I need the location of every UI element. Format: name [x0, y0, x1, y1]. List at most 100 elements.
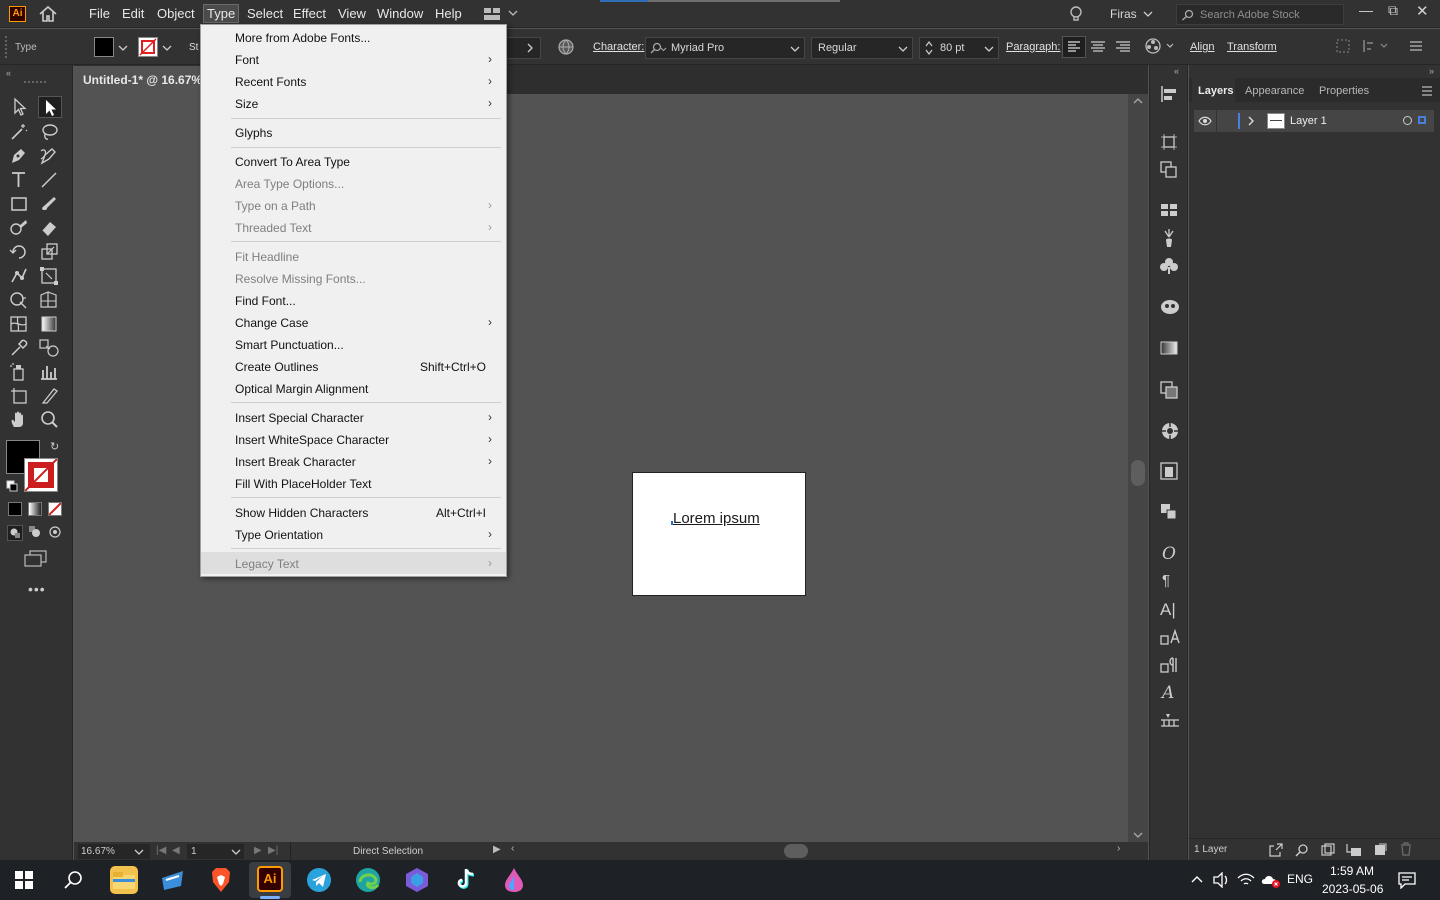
isolate-icon[interactable]: [1336, 39, 1350, 53]
none-mode-button[interactable]: [48, 502, 62, 516]
layer-name[interactable]: Layer 1: [1290, 115, 1327, 127]
menu-item-type-on-a-path[interactable]: Type on a Path ›: [201, 194, 506, 216]
symbols-panel-icon[interactable]: [1160, 257, 1178, 275]
font-size-field[interactable]: 80 pt: [919, 37, 999, 59]
status-menu-arrow-icon[interactable]: ▶: [493, 844, 501, 855]
stroke-swatch[interactable]: [138, 37, 158, 57]
panel-menu-icon[interactable]: [1409, 40, 1423, 52]
menu-effect[interactable]: Effect: [293, 6, 326, 21]
brave-browser-icon[interactable]: [207, 866, 235, 894]
edit-toolbar-more-icon[interactable]: •••: [28, 581, 46, 597]
color-guide-panel-icon[interactable]: [1160, 421, 1180, 441]
chevron-down-icon[interactable]: [162, 44, 172, 52]
panel-menu-icon[interactable]: [1421, 86, 1433, 96]
slice-tool-icon[interactable]: [38, 385, 62, 407]
menu-item-recent-fonts[interactable]: Recent Fonts ›: [201, 70, 506, 92]
menu-item-find-font[interactable]: Find Font...: [201, 289, 506, 311]
zoom-tool-icon[interactable]: [38, 409, 62, 431]
horizontal-scroll-thumb[interactable]: [784, 844, 808, 858]
clipping-mask-icon[interactable]: [1321, 843, 1335, 857]
artboards-panel-icon[interactable]: [1160, 462, 1178, 480]
menu-select[interactable]: Select: [247, 6, 283, 21]
draw-inside-icon[interactable]: [48, 525, 62, 539]
minimize-button[interactable]: —: [1359, 2, 1373, 18]
menu-item-fit-headline[interactable]: Fit Headline: [201, 245, 506, 267]
eye-icon[interactable]: [1198, 115, 1212, 127]
curvature-tool-icon[interactable]: [38, 145, 62, 167]
tray-chevron-up-icon[interactable]: [1190, 874, 1204, 884]
artboard[interactable]: Lorem ipsum: [632, 472, 806, 596]
pathfinder-panel-icon[interactable]: [1160, 161, 1178, 179]
menu-item-area-type-options[interactable]: Area Type Options...: [201, 172, 506, 194]
shaper-tool-icon[interactable]: [8, 217, 32, 239]
font-style-dropdown[interactable]: Regular: [811, 37, 913, 59]
recolor-globe-icon[interactable]: [557, 38, 575, 56]
scroll-thumb[interactable]: [1131, 460, 1145, 486]
menu-object[interactable]: Object: [157, 6, 195, 21]
direct-selection-tool-icon[interactable]: [38, 96, 62, 118]
scale-tool-icon[interactable]: [38, 241, 62, 263]
language-indicator[interactable]: ENG: [1287, 872, 1313, 886]
hand-tool-icon[interactable]: [8, 409, 32, 431]
close-button[interactable]: ✕: [1416, 2, 1429, 20]
blend-tool-icon[interactable]: [38, 337, 62, 359]
menu-view[interactable]: View: [338, 6, 366, 21]
layer-row[interactable]: Layer 1: [1194, 110, 1434, 132]
layers-panel-icon[interactable]: [1160, 503, 1178, 521]
scroll-up-arrow-icon[interactable]: [1132, 97, 1144, 105]
collapse-dock-icon[interactable]: «: [1174, 66, 1179, 76]
clock-time[interactable]: 1:59 AM: [1330, 864, 1374, 878]
pen-tool-icon[interactable]: [8, 145, 32, 167]
type-tool-icon[interactable]: [8, 169, 32, 191]
discover-lightbulb-icon[interactable]: [1068, 5, 1084, 23]
chevron-right-icon[interactable]: [1247, 115, 1255, 127]
tabs-panel-icon[interactable]: [1160, 712, 1180, 728]
new-layer-icon[interactable]: [1373, 843, 1387, 857]
recolor-artwork-icon[interactable]: [1143, 36, 1175, 56]
first-artboard-icon[interactable]: |◀: [156, 845, 166, 856]
default-colors-icon[interactable]: [6, 480, 18, 492]
character-panel-link[interactable]: Character:: [593, 41, 644, 53]
gradient-mode-button[interactable]: [28, 502, 42, 516]
artboard-text[interactable]: Lorem ipsum: [673, 510, 760, 527]
gradient-tool-icon[interactable]: [38, 313, 62, 335]
artboard-tool-icon[interactable]: [8, 385, 32, 407]
transparency-panel-icon[interactable]: [1160, 381, 1178, 399]
menu-item-legacy-text[interactable]: Legacy Text ›: [201, 552, 506, 574]
draw-normal-icon[interactable]: [7, 525, 23, 541]
tab-appearance[interactable]: Appearance: [1245, 85, 1304, 97]
zoom-field[interactable]: 16.67%: [78, 844, 150, 859]
search-icon[interactable]: [1295, 843, 1309, 857]
menu-edit[interactable]: Edit: [122, 6, 144, 21]
user-name[interactable]: Firas: [1110, 7, 1137, 21]
paintbrush-tool-icon[interactable]: [38, 193, 62, 215]
menu-item-type-orientation[interactable]: Type Orientation ›: [201, 523, 506, 545]
scroll-down-arrow-icon[interactable]: [1132, 831, 1144, 839]
windows-start-icon[interactable]: [15, 871, 33, 889]
tab-properties[interactable]: Properties: [1319, 85, 1369, 97]
tutorial-app-icon[interactable]: [159, 866, 187, 894]
menu-file[interactable]: File: [89, 6, 110, 21]
taskbar-search-icon[interactable]: [63, 870, 83, 890]
menu-type[interactable]: Type: [203, 4, 240, 23]
edge-browser-icon[interactable]: [354, 866, 382, 894]
menu-item-insert-whitespace-character[interactable]: Insert WhiteSpace Character ›: [201, 428, 506, 450]
menu-item-show-hidden-characters[interactable]: Show Hidden Characters Alt+Ctrl+I: [201, 501, 506, 523]
clock-date[interactable]: 2023-05-06: [1322, 882, 1383, 896]
stroke-color-box[interactable]: [24, 458, 58, 492]
symbol-sprayer-tool-icon[interactable]: [8, 361, 32, 383]
align-left-button[interactable]: [1062, 36, 1086, 58]
menu-item-threaded-text[interactable]: Threaded Text ›: [201, 216, 506, 238]
menu-item-optical-margin-alignment[interactable]: Optical Margin Alignment: [201, 377, 506, 399]
menu-item-size[interactable]: Size ›: [201, 92, 506, 114]
free-transform-tool-icon[interactable]: [38, 265, 62, 287]
workspace-switcher-icon[interactable]: [483, 7, 519, 21]
home-icon[interactable]: [38, 5, 58, 23]
eraser-tool-icon[interactable]: [38, 217, 62, 239]
menu-item-create-outlines[interactable]: Create Outlines Shift+Ctrl+O: [201, 355, 506, 377]
menu-item-resolve-missing-fonts[interactable]: Resolve Missing Fonts...: [201, 267, 506, 289]
magic-wand-tool-icon[interactable]: [8, 121, 32, 143]
menu-item-font[interactable]: Font ›: [201, 48, 506, 70]
screen-mode-icon[interactable]: [24, 550, 48, 568]
prev-artboard-icon[interactable]: ◀: [172, 845, 180, 856]
